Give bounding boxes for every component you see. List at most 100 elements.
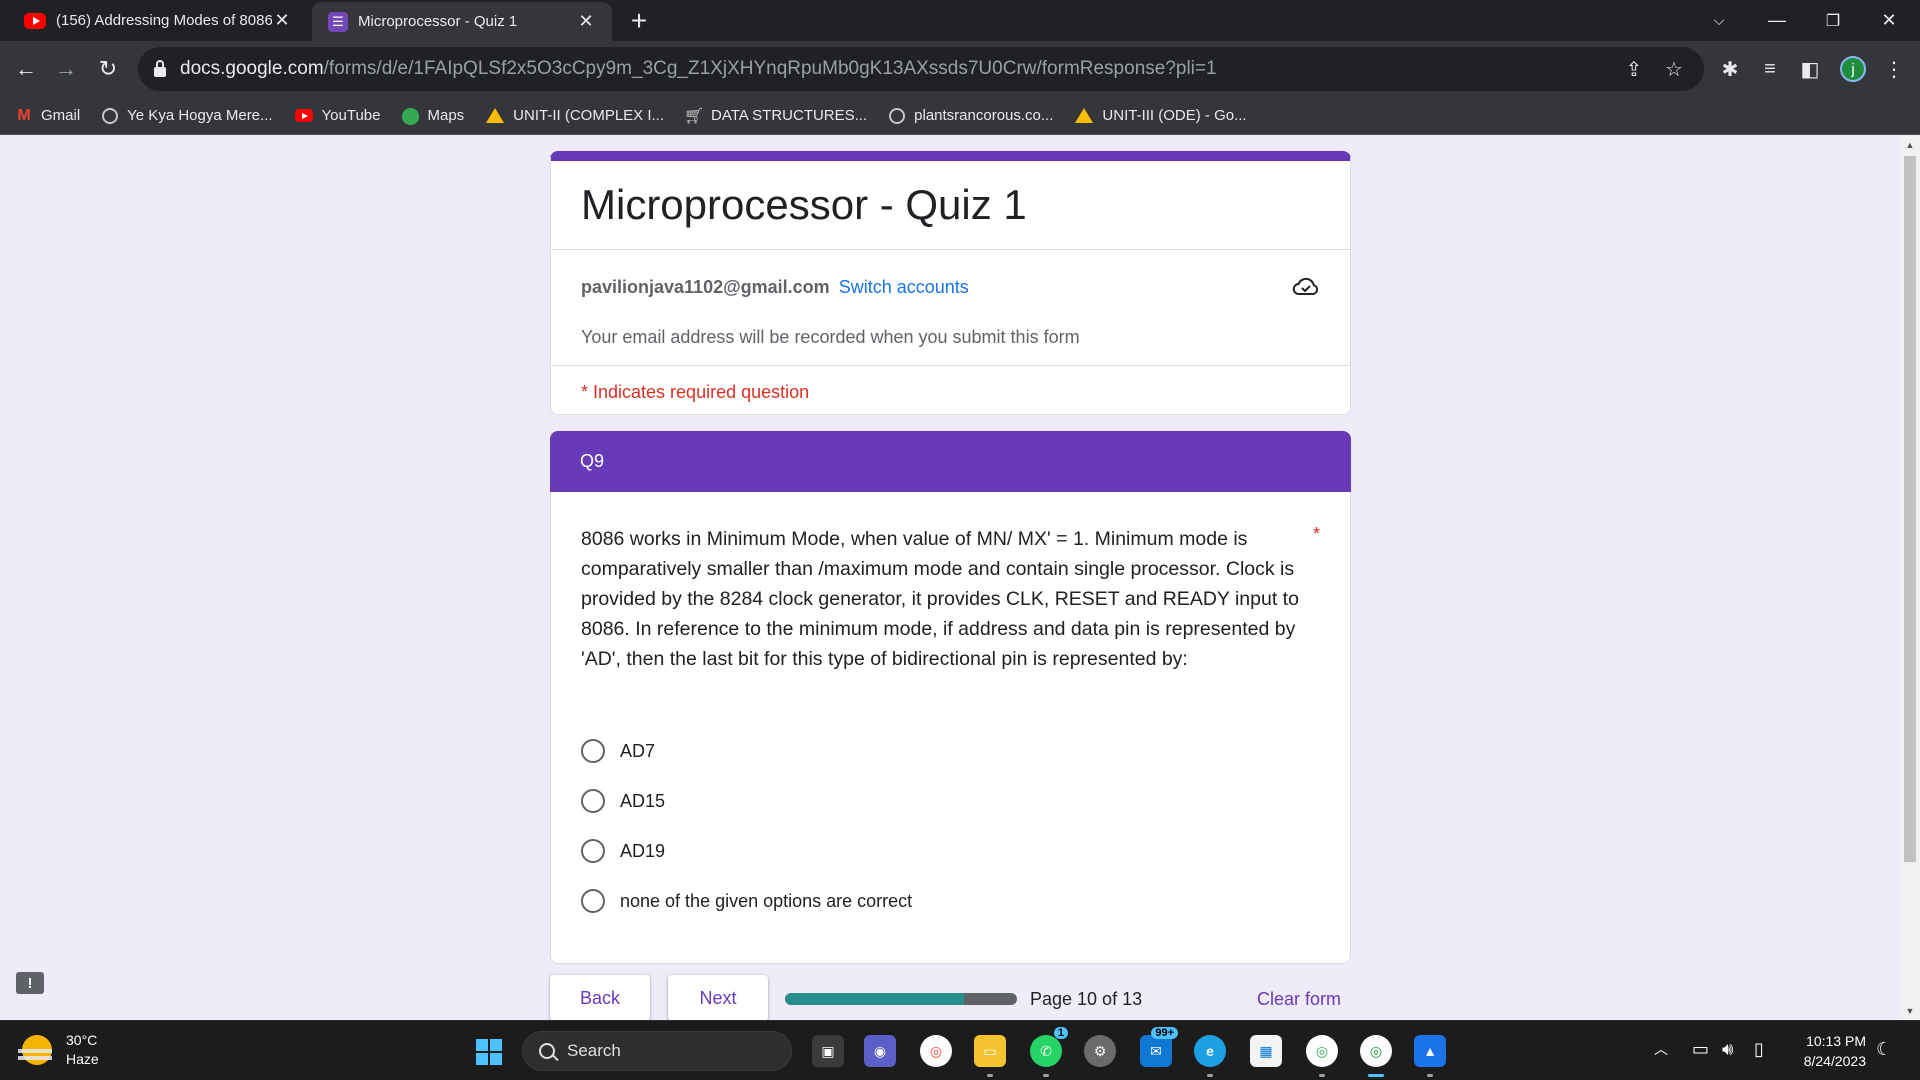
side-panel-icon[interactable]: ◧ — [1796, 55, 1824, 83]
radio-button[interactable] — [581, 789, 605, 813]
file-explorer-icon[interactable]: ▭ — [974, 1035, 1006, 1077]
progress-bar-fill — [785, 993, 964, 1005]
clock-date: 8/24/2023 — [1803, 1053, 1866, 1069]
windows-start-icon[interactable] — [476, 1039, 502, 1065]
mail-icon[interactable]: ✉ 99+ — [1140, 1027, 1178, 1067]
cloud-saved-icon — [1292, 277, 1319, 295]
scroll-down-icon[interactable]: ▼ — [1905, 1006, 1915, 1016]
reload-icon[interactable]: ↻ — [88, 49, 128, 89]
restore-button[interactable]: ❐ — [1806, 0, 1860, 41]
bookmark-youtube[interactable]: YouTube — [294, 107, 381, 124]
weather-widget[interactable]: 30°C Haze — [18, 1031, 99, 1069]
system-clock[interactable]: 10:13 PM 8/24/2023 — [1796, 1031, 1866, 1071]
bookmark-ye-kya-hogya[interactable]: Ye Kya Hogya Mere... — [102, 107, 273, 124]
question-text: 8086 works in Minimum Mode, when value o… — [581, 528, 1299, 670]
clear-form-button[interactable]: Clear form — [1257, 989, 1341, 1010]
email-record-note: Your email address will be recorded when… — [581, 327, 1080, 347]
new-tab-button[interactable]: + — [624, 5, 654, 36]
extensions-icon[interactable]: ✱ — [1716, 55, 1744, 83]
option-none-correct[interactable]: none of the given options are correct — [581, 876, 912, 926]
option-label: AD19 — [620, 840, 666, 861]
edge-icon[interactable]: e — [1194, 1035, 1226, 1077]
weather-temperature: 30°C — [66, 1032, 98, 1048]
address-bar[interactable]: docs.google.com/forms/d/e/1FAIpQLSf2x5O3… — [138, 47, 1704, 91]
mail-badge: 99+ — [1151, 1027, 1178, 1039]
option-list: AD7 AD15 AD19 none of the given options … — [581, 726, 912, 926]
section-header: Q9 — [550, 431, 1351, 493]
star-icon[interactable]: ☆ — [1662, 57, 1686, 81]
radio-button[interactable] — [581, 739, 605, 763]
minimize-button[interactable]: — — [1750, 0, 1804, 41]
option-ad15[interactable]: AD15 — [581, 776, 912, 826]
lock-icon[interactable] — [154, 60, 166, 77]
page-scrollbar[interactable]: ▲ ▼ — [1900, 136, 1920, 1020]
close-icon[interactable]: ✕ — [576, 11, 596, 32]
chrome-profile-p-icon[interactable]: ◎ — [1306, 1035, 1338, 1077]
volume-icon[interactable]: 🔊︎ — [1722, 1039, 1733, 1060]
radio-button[interactable] — [581, 839, 605, 863]
clock-time: 10:13 PM — [1806, 1033, 1866, 1049]
settings-gear-icon[interactable]: ⚙ — [1084, 1035, 1116, 1067]
media-control-icon[interactable]: ≡ — [1756, 55, 1784, 83]
bookmark-label: plantsrancorous.co... — [914, 107, 1054, 124]
option-ad7[interactable]: AD7 — [581, 726, 912, 776]
required-question-note: * Indicates required question — [581, 382, 810, 402]
page-title: Microprocessor - Quiz 1 — [581, 181, 1027, 228]
bookmark-label: YouTube — [321, 107, 381, 124]
window-close-button[interactable]: ✕ — [1862, 0, 1916, 41]
back-arrow-icon[interactable]: ← — [6, 49, 46, 89]
chrome-profile-j-icon[interactable]: ◎ — [1360, 1035, 1392, 1077]
scroll-thumb[interactable] — [1904, 156, 1916, 862]
chrome-icon[interactable]: ◎ — [920, 1035, 952, 1067]
profile-avatar[interactable]: j — [1840, 56, 1866, 82]
menu-kebab-icon[interactable]: ⋮ — [1880, 55, 1908, 83]
photos-icon[interactable]: ▲ — [1414, 1035, 1446, 1077]
tab-quiz[interactable]: ☰ Microprocessor - Quiz 1 ✕ — [312, 2, 612, 41]
required-asterisk: * — [1312, 524, 1320, 544]
tab-search-icon[interactable]: ⌵ — [1692, 0, 1746, 41]
youtube-icon — [24, 12, 46, 29]
bookmarks-bar: M Gmail Ye Kya Hogya Mere... YouTube ⬤ Map… — [0, 97, 1920, 135]
back-button[interactable]: Back — [550, 975, 650, 1020]
taskbar-search[interactable]: Search — [522, 1031, 792, 1071]
notifications-icon[interactable]: ☾ — [1876, 1039, 1892, 1060]
switch-accounts-link[interactable]: Switch accounts — [839, 277, 969, 297]
bookmark-gmail[interactable]: M Gmail — [16, 107, 80, 125]
tab-youtube[interactable]: (156) Addressing Modes of 8086 ✕ — [8, 0, 308, 41]
url-text[interactable]: docs.google.com/forms/d/e/1FAIpQLSf2x5O3… — [180, 58, 1217, 80]
bookmark-unit-iii[interactable]: UNIT-III (ODE) - Go... — [1075, 107, 1247, 124]
network-icon[interactable]: ▭ — [1692, 1039, 1709, 1060]
next-button[interactable]: Next — [668, 975, 768, 1020]
radio-button[interactable] — [581, 889, 605, 913]
task-view-icon[interactable]: ▣ — [812, 1035, 844, 1067]
option-ad19[interactable]: AD19 — [581, 826, 912, 876]
cart-icon: 🛒︎ — [683, 107, 705, 125]
account-info: pavilionjava1102@gmail.com Switch accoun… — [581, 277, 969, 298]
bookmark-label: UNIT-II (COMPLEX I... — [513, 107, 665, 124]
teams-meet-icon[interactable]: ◉ — [864, 1035, 896, 1067]
drive-icon — [1075, 108, 1094, 123]
account-email: pavilionjava1102@gmail.com — [581, 277, 830, 297]
option-label: AD15 — [620, 790, 666, 811]
forward-arrow-icon[interactable]: → — [46, 49, 86, 89]
bookmark-unit-ii[interactable]: UNIT-II (COMPLEX I... — [486, 107, 664, 124]
share-icon[interactable]: ⇪ — [1622, 57, 1646, 81]
bookmark-label: UNIT-III (ODE) - Go... — [1102, 107, 1247, 124]
battery-icon[interactable]: ▯ — [1754, 1039, 1764, 1060]
search-label: Search — [567, 1041, 621, 1060]
store-icon[interactable]: ▦ — [1250, 1035, 1282, 1067]
divider — [551, 249, 1350, 250]
bookmark-plantsrancorous[interactable]: plantsrancorous.co... — [889, 107, 1053, 124]
search-icon — [539, 1043, 555, 1059]
tray-chevron-icon[interactable]: ︿ — [1654, 1039, 1668, 1059]
bookmark-maps[interactable]: ⬤ Maps — [401, 106, 464, 125]
progress-bar — [785, 993, 1017, 1005]
report-issue-icon[interactable]: ! — [16, 972, 44, 994]
bookmark-data-structures[interactable]: 🛒︎ DATA STRUCTURES... — [683, 107, 867, 125]
scroll-up-icon[interactable]: ▲ — [1905, 140, 1915, 150]
weather-haze-icon — [18, 1035, 52, 1065]
tab-strip: (156) Addressing Modes of 8086 ✕ ☰ Micro… — [0, 0, 1920, 41]
page-indicator: Page 10 of 13 — [1030, 989, 1143, 1009]
whatsapp-icon[interactable]: ✆ 1 — [1030, 1027, 1068, 1077]
close-icon[interactable]: ✕ — [272, 10, 292, 31]
